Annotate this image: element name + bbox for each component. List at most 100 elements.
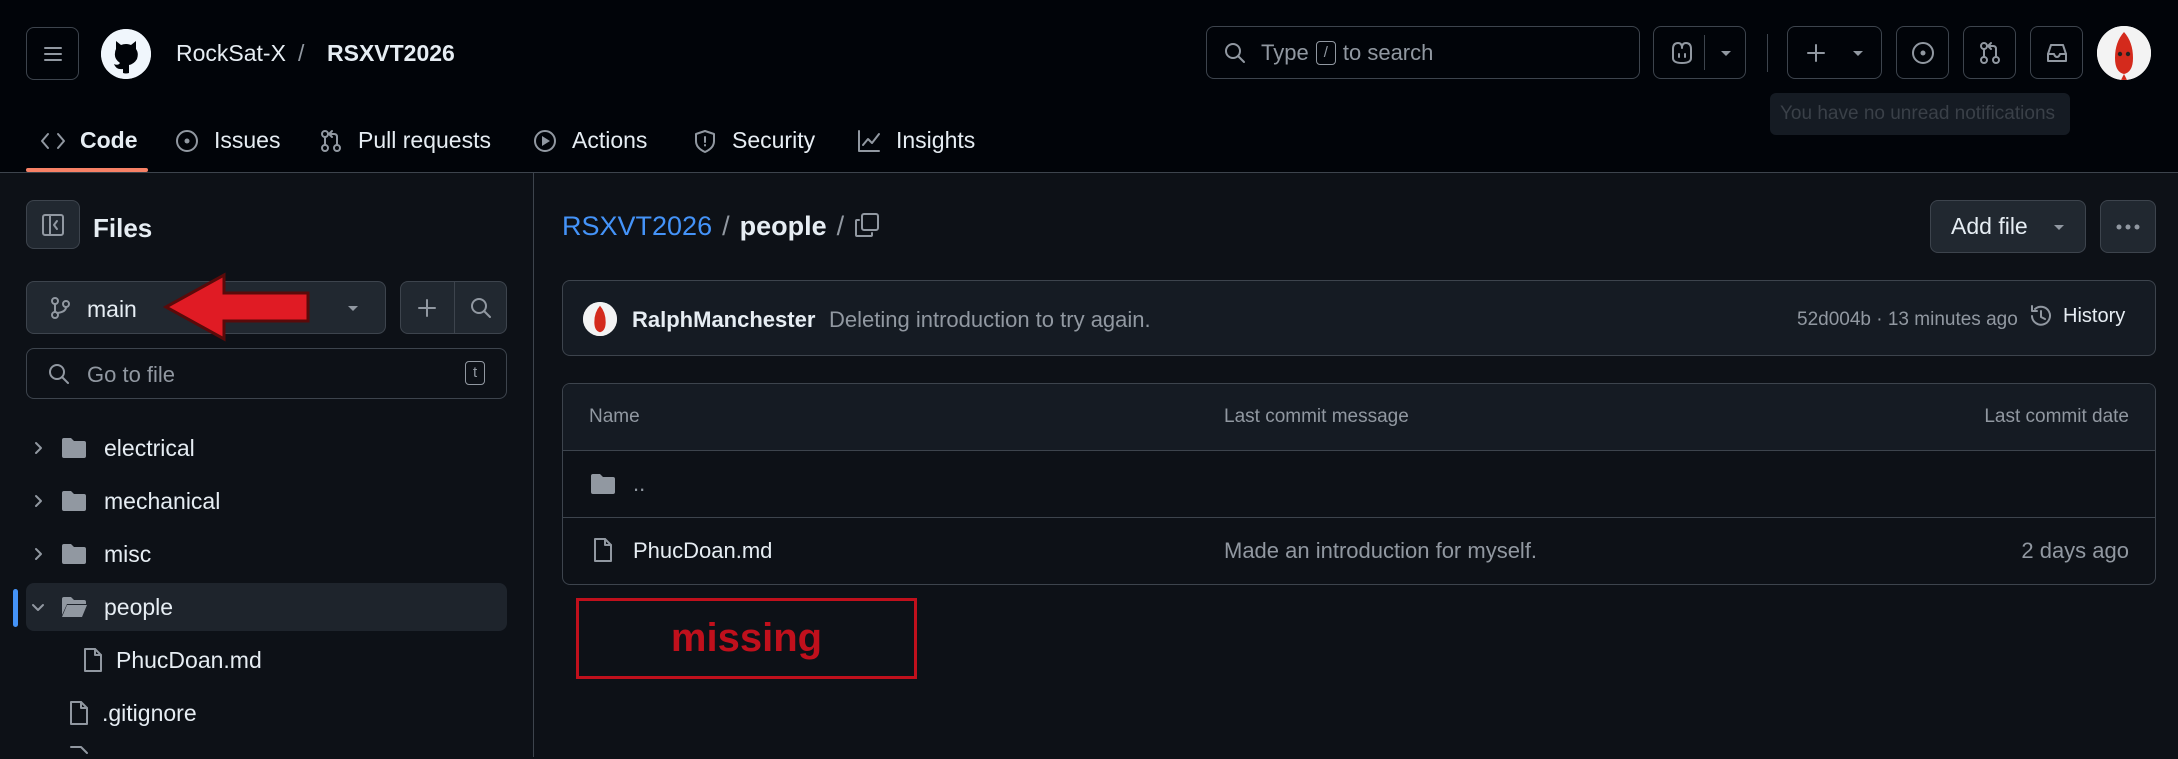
folder-open-icon	[62, 597, 87, 617]
file-commit-date: 2 days ago	[2021, 538, 2129, 563]
chevron-right-icon	[35, 548, 42, 560]
tab-security[interactable]: Security	[692, 108, 815, 173]
file-table: Name Last commit message Last commit dat…	[562, 383, 2156, 585]
copilot-icon	[1672, 41, 1692, 64]
file-name-link[interactable]: PhucDoan.md	[633, 538, 772, 564]
breadcrumb-separator: /	[722, 211, 730, 241]
folder-icon	[62, 544, 86, 564]
tree-item-people[interactable]: people	[26, 583, 507, 631]
column-header-message: Last commit message	[1224, 406, 1409, 427]
table-header: Name Last commit message Last commit dat…	[563, 384, 2155, 450]
file-commit-message[interactable]: Made an introduction for myself.	[1224, 538, 1537, 564]
go-to-file-shortcut: t	[465, 361, 486, 385]
tree-item-gitignore[interactable]: .gitignore	[26, 689, 507, 737]
issue-icon	[1911, 41, 1934, 64]
issues-button[interactable]	[1896, 26, 1949, 79]
breadcrumb-repo-link[interactable]: RSXVT2026	[562, 211, 712, 242]
tab-label: Actions	[572, 127, 648, 153]
tab-label: Security	[732, 127, 816, 153]
tree-item-electrical[interactable]: electrical	[26, 424, 507, 472]
main-content: RSXVT2026 / people / Add file RalphManch…	[535, 173, 2178, 757]
kebab-horizontal-icon	[2116, 224, 2140, 229]
folder-icon	[62, 438, 86, 458]
commit-message[interactable]: Deleting introduction to try again.	[829, 307, 1151, 333]
missing-annotation-box: missing	[576, 598, 917, 679]
search-input[interactable]: Type / to search	[1206, 26, 1640, 79]
chevron-down-icon[interactable]	[1718, 45, 1734, 61]
chevron-right-icon	[35, 442, 42, 454]
parent-directory-link[interactable]: ..	[633, 471, 645, 497]
parent-directory-row[interactable]: ..	[563, 451, 2155, 517]
create-new-button[interactable]	[1787, 26, 1882, 79]
tab-code[interactable]: Code	[40, 108, 138, 173]
top-bar: RockSat-X / RSXVT2026 Type / to search	[0, 0, 2178, 108]
inbox-button[interactable]	[2030, 26, 2083, 79]
column-header-name: Name	[589, 406, 640, 427]
tab-pull-requests[interactable]: Pull requests	[318, 108, 491, 173]
commit-author-avatar[interactable]	[583, 302, 617, 336]
add-file-dropdown-button[interactable]: Add file	[1930, 200, 2086, 253]
file-icon	[594, 538, 612, 562]
tree-item-misc[interactable]: misc	[26, 530, 507, 578]
history-button[interactable]: History	[2028, 303, 2125, 329]
github-logo[interactable]	[101, 29, 151, 79]
hamburger-icon	[43, 46, 62, 61]
tab-insights[interactable]: Insights	[856, 108, 975, 173]
more-options-button[interactable]	[2100, 200, 2156, 253]
shield-icon	[695, 129, 715, 153]
tree-item-label: .gitignore	[102, 699, 197, 726]
commit-meta[interactable]: 52d004b · 13 minutes ago	[1797, 309, 2018, 331]
copilot-button[interactable]	[1653, 26, 1746, 79]
file-icon	[84, 648, 102, 672]
chevron-down-icon	[32, 604, 44, 611]
owner-link[interactable]: RockSat-X	[176, 40, 286, 67]
column-header-date: Last commit date	[1984, 406, 2129, 427]
breadcrumb-current-dir: people	[739, 211, 827, 241]
tree-item-phucdoan-md[interactable]: PhucDoan.md	[26, 636, 507, 684]
code-icon	[41, 132, 65, 149]
search-prefix: Type	[1261, 39, 1309, 65]
chevron-down-icon	[348, 306, 358, 311]
tab-actions[interactable]: Actions	[532, 108, 647, 173]
chevron-down-icon	[2054, 225, 2064, 230]
go-to-file-placeholder: Go to file	[87, 362, 176, 387]
add-file-button[interactable]	[400, 281, 507, 334]
commit-author[interactable]: RalphManchester	[632, 307, 815, 333]
chevron-right-icon	[35, 495, 42, 507]
tab-label: Code	[80, 127, 138, 153]
add-file-label: Add file	[1951, 213, 2028, 239]
menu-button[interactable]	[26, 27, 79, 80]
table-row[interactable]: PhucDoan.md Made an introduction for mys…	[563, 518, 2155, 584]
tab-label: Issues	[214, 127, 281, 153]
sidebar-title: Files	[93, 213, 153, 243]
search-icon	[471, 298, 491, 318]
avatar[interactable]	[2097, 26, 2151, 80]
graph-icon	[858, 129, 880, 152]
pull-requests-button[interactable]	[1963, 26, 2016, 79]
tab-issues[interactable]: Issues	[174, 108, 280, 173]
avatar-image-icon	[2097, 26, 2151, 80]
search-icon	[49, 364, 69, 384]
branch-name: main	[87, 296, 137, 322]
plus-icon	[418, 299, 436, 317]
octocat-icon	[101, 29, 151, 79]
repo-link[interactable]: RSXVT2026	[327, 40, 455, 67]
file-tree-sidebar: Files main Go to file t electrical mecha…	[0, 173, 534, 757]
search-icon	[1225, 43, 1245, 63]
sidebar-collapse-icon	[42, 213, 64, 236]
go-to-file-input[interactable]: Go to file t	[26, 348, 507, 399]
collapse-sidebar-button[interactable]	[26, 200, 80, 249]
active-item-indicator	[13, 589, 18, 627]
folder-icon	[591, 474, 615, 494]
notification-tooltip: You have no unread notifications	[1770, 93, 2070, 135]
pull-request-icon	[1979, 41, 2000, 64]
file-icon	[70, 701, 88, 725]
breadcrumb: RSXVT2026 / people /	[562, 211, 844, 242]
tree-item-mechanical[interactable]: mechanical	[26, 477, 507, 525]
red-arrow-annotation	[162, 272, 310, 342]
copy-path-icon[interactable]	[853, 211, 881, 239]
active-tab-indicator	[26, 168, 148, 172]
play-icon	[534, 129, 556, 152]
tree-item-label: mechanical	[104, 487, 221, 514]
avatar-image-icon	[583, 302, 617, 336]
